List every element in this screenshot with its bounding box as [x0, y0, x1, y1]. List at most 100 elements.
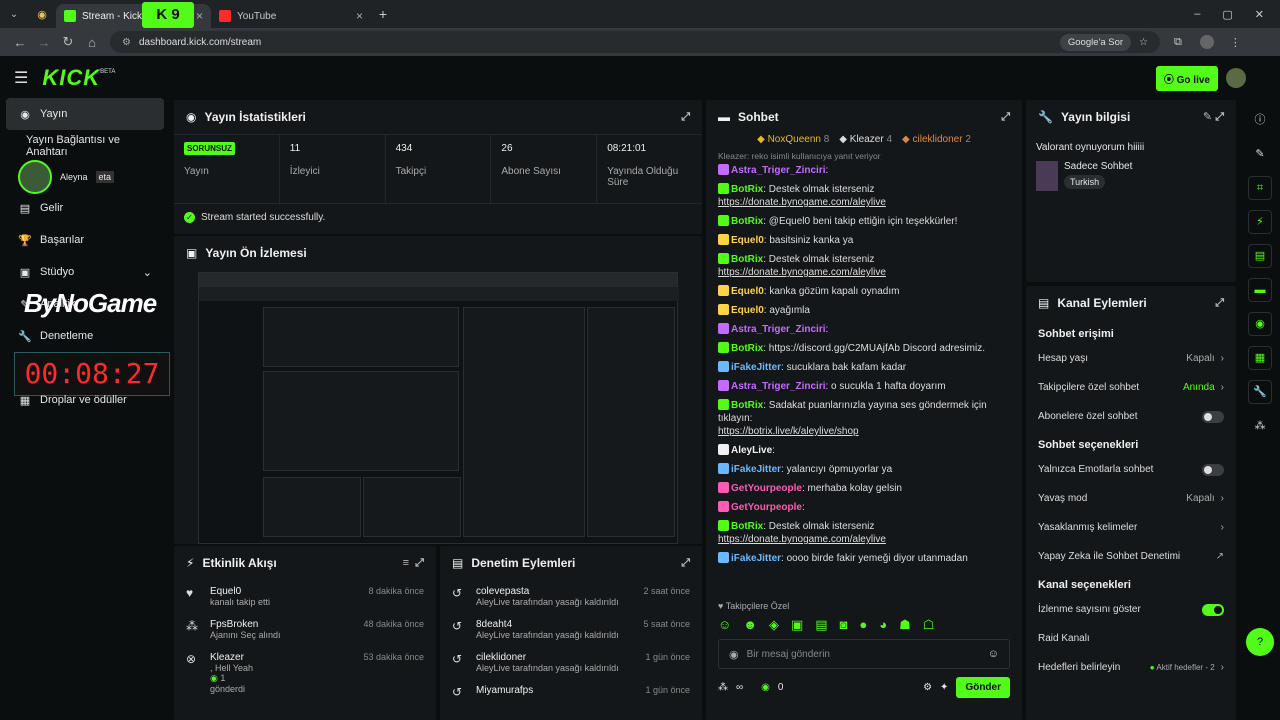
- subscribers-only-toggle[interactable]: [1202, 410, 1224, 423]
- setting-raid-channel[interactable]: Raid Kanalı: [1026, 624, 1236, 653]
- emote-icon[interactable]: ☗: [899, 617, 911, 633]
- chat-username[interactable]: iFakeJitter: [731, 464, 781, 475]
- chat-username[interactable]: Astra_Triger_Zinciri: [731, 165, 825, 176]
- info-icon[interactable]: ⓘ: [1248, 108, 1272, 132]
- item-name[interactable]: 8deaht4: [476, 619, 619, 630]
- chat-username[interactable]: Equel0: [731, 286, 764, 297]
- lightning-icon[interactable]: ⚡: [1248, 210, 1272, 234]
- emote-icon[interactable]: ◈: [769, 617, 779, 633]
- mod-tools-icon[interactable]: ✦: [940, 682, 948, 693]
- chat-username[interactable]: GetYourpeople: [731, 483, 802, 494]
- viewcount-toggle[interactable]: [1202, 603, 1224, 616]
- chat-username[interactable]: GetYourpeople: [731, 502, 802, 513]
- expand-icon[interactable]: ⤢: [681, 111, 690, 124]
- chat-username[interactable]: BotRix: [731, 216, 763, 227]
- site-info-icon[interactable]: ⚙: [122, 37, 131, 48]
- kick-logo[interactable]: KICK: [42, 65, 100, 91]
- chat-input[interactable]: ◉ Bir mesaj gönderin ☺: [718, 639, 1010, 669]
- hamburger-menu-icon[interactable]: ☰: [14, 68, 28, 88]
- forward-icon[interactable]: →: [32, 35, 56, 50]
- emote-icon[interactable]: ●: [859, 617, 867, 633]
- home-icon[interactable]: ⌂: [80, 35, 104, 50]
- top-gifter[interactable]: ◆ Kleazer 4: [839, 134, 892, 145]
- top-gifter[interactable]: ◆ NoxQueenn 8: [757, 134, 829, 145]
- chat-link[interactable]: https://botrix.live/k/aleylive/shop: [718, 426, 859, 437]
- emote-only-toggle[interactable]: [1202, 463, 1224, 476]
- emote-icon[interactable]: ☺: [718, 617, 731, 633]
- browser-menu-icon[interactable]: ⋮: [1230, 36, 1241, 49]
- maximize-icon[interactable]: ▢: [1222, 8, 1232, 21]
- sidebar-item-stream-key[interactable]: Yayın Bağlantısı ve Anahtarı: [6, 130, 164, 162]
- back-icon[interactable]: ←: [8, 35, 32, 50]
- sidebar-item-achievements[interactable]: 🏆 Başarılar: [6, 224, 164, 256]
- broadcast-icon[interactable]: ◉: [1248, 312, 1272, 336]
- sidebar-item-profile[interactable]: Aleyna eta: [6, 160, 164, 194]
- chat-link[interactable]: https://donate.bynogame.com/aleylive: [718, 534, 886, 545]
- stream-preview-video[interactable]: [198, 272, 679, 544]
- setting-account-age[interactable]: Hesap yaşı Kapalı ›: [1026, 344, 1236, 373]
- emote-icon[interactable]: ☻: [743, 617, 757, 633]
- extensions-icon[interactable]: ⧉: [1174, 36, 1182, 49]
- expand-icon[interactable]: ⤢: [681, 557, 690, 570]
- minimize-icon[interactable]: –: [1194, 8, 1200, 21]
- url-field[interactable]: ⚙ dashboard.kick.com/stream Google'a Sor…: [110, 31, 1160, 53]
- category-name[interactable]: Sadece Sohbet: [1064, 161, 1132, 172]
- go-live-button[interactable]: ⦿ Go live: [1155, 66, 1218, 91]
- reload-icon[interactable]: ↻: [56, 34, 80, 50]
- item-name[interactable]: Kleazer: [210, 652, 253, 663]
- emote-icon[interactable]: ◙: [840, 617, 848, 633]
- item-name[interactable]: FpsBroken: [210, 619, 281, 630]
- edit-icon[interactable]: ✎ ⤢: [1203, 110, 1224, 124]
- filter-icon[interactable]: ≡ ⤢: [403, 557, 424, 570]
- chat-icon[interactable]: ▬: [1248, 278, 1272, 302]
- item-name[interactable]: cileklidoner: [476, 652, 619, 663]
- chat-username[interactable]: BotRix: [731, 254, 763, 265]
- chat-link[interactable]: https://donate.bynogame.com/aleylive: [718, 267, 886, 278]
- sidebar-item-revenue[interactable]: ▤ Gelir: [6, 192, 164, 224]
- sidebar-item-stream[interactable]: ◉ Yayın: [6, 98, 164, 130]
- settings-icon[interactable]: ⚙: [923, 682, 932, 693]
- emote-icon[interactable]: ☖: [923, 617, 935, 633]
- list-icon[interactable]: ▤: [1248, 244, 1272, 268]
- chat-username[interactable]: BotRix: [731, 184, 763, 195]
- close-tab-icon[interactable]: ×: [348, 9, 363, 23]
- setting-banned-words[interactable]: Yasaklanmış kelimeler ›: [1026, 513, 1236, 542]
- help-chat-icon[interactable]: ?: [1246, 628, 1274, 656]
- chat-username[interactable]: Equel0: [731, 235, 764, 246]
- setting-followers-only[interactable]: Takipçilere özel sohbet Anında ›: [1026, 373, 1236, 402]
- top-gifter[interactable]: ◆ cileklidoner 2: [902, 134, 971, 145]
- window-close-icon[interactable]: ✕: [1255, 8, 1264, 21]
- expand-icon[interactable]: ⤢: [1215, 297, 1224, 310]
- chat-username[interactable]: Equel0: [731, 305, 764, 316]
- emote-icon[interactable]: ▣: [791, 617, 803, 633]
- user-avatar[interactable]: [1226, 68, 1246, 88]
- popout-icon[interactable]: ⤢: [1001, 111, 1010, 124]
- item-name[interactable]: Equel0: [210, 586, 270, 597]
- send-button[interactable]: Gönder: [956, 677, 1010, 698]
- sidebar-item-moderation[interactable]: 🔧 Denetleme: [6, 320, 164, 352]
- profile-avatar[interactable]: [1199, 35, 1214, 49]
- new-tab-icon[interactable]: +: [371, 6, 395, 22]
- item-name[interactable]: colevepasta: [476, 586, 619, 597]
- setting-slow-mode[interactable]: Yavaş mod Kapalı ›: [1026, 484, 1236, 513]
- chat-username[interactable]: BotRix: [731, 521, 763, 532]
- chat-username[interactable]: BotRix: [731, 343, 763, 354]
- pinned-tab-icon[interactable]: ◉: [28, 8, 56, 21]
- emote-icon[interactable]: ▤: [815, 617, 827, 633]
- wrench-icon[interactable]: 🔧: [1248, 380, 1272, 404]
- item-name[interactable]: Miyamurafps: [476, 685, 533, 696]
- bookmark-star-icon[interactable]: ☆: [1139, 37, 1148, 48]
- chat-username[interactable]: iFakeJitter: [731, 362, 781, 373]
- chat-username[interactable]: BotRix: [731, 400, 763, 411]
- tab-youtube[interactable]: YouTube ×: [211, 4, 371, 28]
- setting-ai-moderation[interactable]: Yapay Zeka ile Sohbet Denetimi ↗: [1026, 542, 1236, 571]
- emoji-picker-icon[interactable]: ☺: [988, 648, 999, 660]
- chat-link[interactable]: https://donate.bynogame.com/aleylive: [718, 197, 886, 208]
- edit-icon[interactable]: ✎: [1248, 142, 1272, 166]
- sidebar-item-studio[interactable]: ▣ Stüdyo ⌄: [6, 256, 164, 288]
- share-icon[interactable]: ⁂: [1248, 414, 1272, 438]
- chat-username[interactable]: AleyLive: [731, 445, 772, 456]
- chat-username[interactable]: iFakeJitter: [731, 553, 781, 564]
- chat-username[interactable]: Astra_Triger_Zinciri: [731, 381, 825, 392]
- emote-icon[interactable]: ◕: [879, 617, 887, 633]
